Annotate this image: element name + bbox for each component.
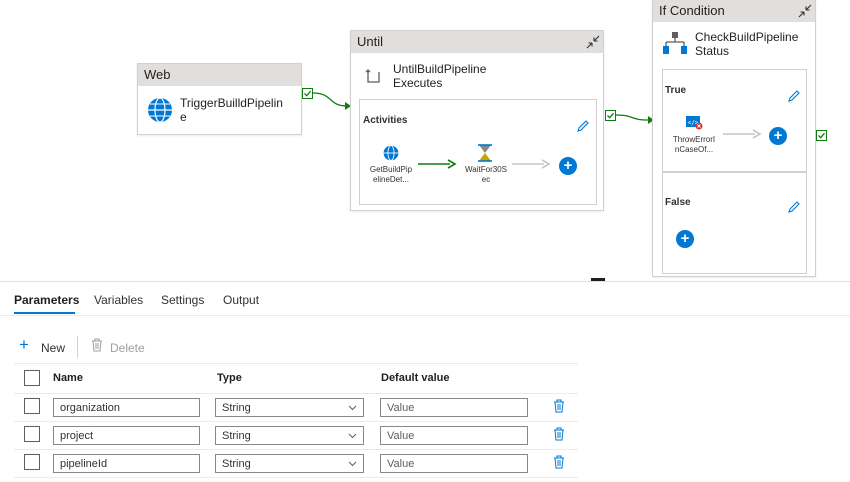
if-condition-icon [662, 31, 688, 57]
if-card-header: If Condition [653, 0, 815, 22]
collapse-icon[interactable] [798, 4, 812, 18]
add-true-activity-button[interactable]: + [769, 127, 787, 145]
parameter-type-select[interactable]: String [215, 398, 364, 417]
fail-activity-icon: </> [685, 114, 703, 130]
tabs-divider [0, 315, 850, 316]
active-tab-indicator [14, 312, 75, 314]
toolbar-separator [77, 336, 78, 358]
until-card-header: Until [351, 31, 603, 53]
tab-parameters[interactable]: Parameters [14, 293, 79, 307]
properties-panel: Parameters Variables Settings Output + N… [0, 281, 850, 482]
row-divider [14, 449, 578, 450]
until-activity-card[interactable]: Until UntilBuildPipelineExecutes Activit… [350, 30, 604, 211]
row-checkbox[interactable] [24, 454, 40, 470]
column-header-default: Default value [381, 372, 450, 384]
row-divider [14, 421, 578, 422]
parameter-type-select[interactable]: String [215, 426, 364, 445]
chevron-down-icon [348, 427, 357, 451]
trash-icon [91, 338, 103, 357]
globe-icon [383, 145, 399, 161]
tab-variables[interactable]: Variables [94, 293, 143, 307]
default-value-input[interactable]: Value [380, 454, 528, 473]
inner-activity-wait[interactable]: WaitFor30Sec [464, 165, 508, 185]
row-checkbox[interactable] [24, 426, 40, 442]
activities-container: Activities GetBuildPipelineDet... WaitFo… [359, 99, 597, 205]
loop-icon [364, 67, 382, 85]
arrow-next [723, 129, 762, 139]
hourglass-icon [477, 144, 493, 162]
parameter-name-input[interactable]: pipelineId [53, 454, 200, 473]
trash-icon[interactable] [553, 427, 565, 446]
default-value-input[interactable]: Value [380, 426, 528, 445]
type-select-value: String [222, 430, 251, 442]
add-activity-button[interactable]: + [559, 157, 577, 175]
if-activity-name: CheckBuildPipelineStatus [695, 30, 799, 58]
select-all-checkbox[interactable] [24, 370, 40, 386]
edit-activities-icon[interactable] [576, 119, 590, 133]
until-activity-name: UntilBuildPipelineExecutes [393, 62, 487, 90]
inner-activity-web[interactable]: GetBuildPipelineDet... [368, 165, 414, 185]
web-activity-card[interactable]: Web TriggerBuilldPipeline [137, 63, 302, 135]
delete-button-label: Delete [110, 341, 145, 355]
web-activity-name: TriggerBuilldPipeline [180, 96, 283, 124]
false-label: False [665, 197, 691, 208]
parameter-name-input[interactable]: project [53, 426, 200, 445]
tab-output[interactable]: Output [223, 293, 259, 307]
false-branch: False + [662, 172, 807, 274]
parameter-name-input[interactable]: organization [53, 398, 200, 417]
activities-label: Activities [363, 115, 408, 126]
if-condition-card[interactable]: If Condition CheckBuildPipelineStatus Tr… [652, 0, 816, 277]
row-checkbox[interactable] [24, 398, 40, 414]
pipeline-canvas: Web TriggerBuilldPipeline Until UntilBui… [0, 0, 850, 281]
type-select-value: String [222, 402, 251, 414]
column-header-name: Name [53, 372, 83, 384]
edit-true-icon[interactable] [787, 89, 801, 103]
true-label: True [665, 85, 687, 96]
connector-web-until [313, 92, 351, 110]
trash-icon[interactable] [553, 455, 565, 474]
table-header-border [14, 393, 578, 394]
if-success-check[interactable] [816, 130, 827, 141]
true-branch: True </> ThrowErrorInCaseOf... + [662, 69, 807, 172]
chevron-down-icon [348, 455, 357, 479]
trash-icon[interactable] [553, 399, 565, 418]
web-success-check[interactable] [302, 88, 313, 99]
arrow-next [512, 159, 551, 169]
default-value-input[interactable]: Value [380, 398, 528, 417]
table-top-border [14, 363, 578, 364]
globe-icon [147, 97, 173, 123]
tab-settings[interactable]: Settings [161, 293, 204, 307]
true-activity-name[interactable]: ThrowErrorInCaseOf... [671, 135, 717, 155]
delete-button[interactable]: Delete [91, 338, 151, 356]
plus-icon: + [19, 335, 29, 354]
type-select-value: String [222, 458, 251, 470]
collapse-icon[interactable] [586, 35, 600, 49]
parameter-type-select[interactable]: String [215, 454, 364, 473]
new-button-label: New [41, 341, 66, 355]
row-divider [14, 477, 578, 478]
chevron-down-icon [348, 399, 357, 423]
web-card-header: Web [138, 64, 301, 86]
arrow-success [418, 159, 457, 169]
column-header-type: Type [217, 372, 242, 384]
until-success-check[interactable] [605, 110, 616, 121]
add-false-activity-button[interactable]: + [676, 230, 694, 248]
edit-false-icon[interactable] [787, 200, 801, 214]
